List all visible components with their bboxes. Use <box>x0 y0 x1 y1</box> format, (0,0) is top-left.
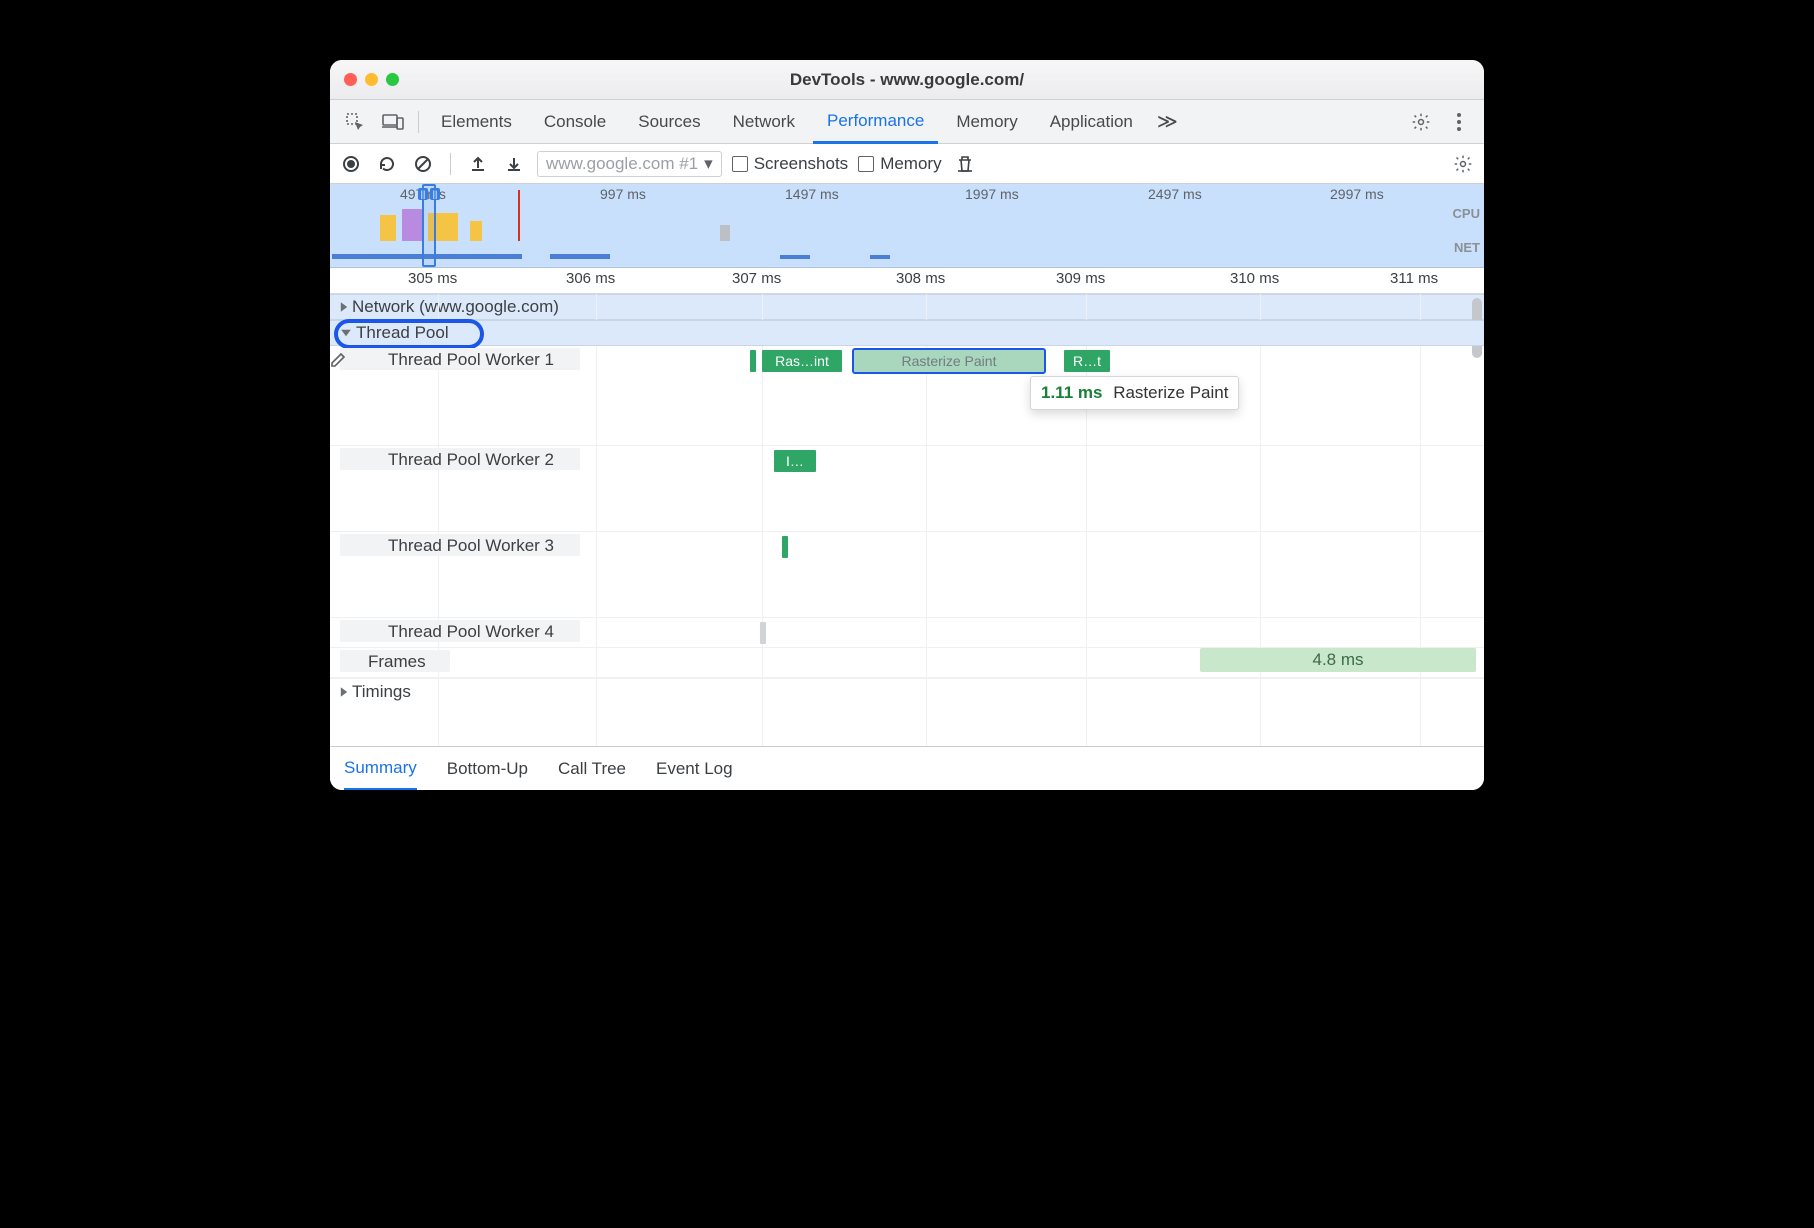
tab-performance[interactable]: Performance <box>813 100 938 144</box>
download-profile-button[interactable] <box>501 151 527 177</box>
chevron-down-icon: ▾ <box>704 154 713 174</box>
frames-label: Frames <box>368 652 426 672</box>
checkbox-icon <box>732 156 748 172</box>
frame-block[interactable]: 4.8 ms <box>1200 648 1476 672</box>
tooltip-name: Rasterize Paint <box>1113 383 1228 402</box>
separator <box>418 111 419 133</box>
garbage-collect-icon[interactable] <box>952 151 978 177</box>
tooltip-duration: 1.11 ms <box>1041 383 1102 402</box>
cpu-activity <box>470 221 482 241</box>
section-network[interactable]: Network (www.google.com) <box>330 294 1484 320</box>
worker-row-2: Thread Pool Worker 2 I… <box>330 446 1484 532</box>
tab-console[interactable]: Console <box>530 100 620 144</box>
inspect-element-icon[interactable] <box>338 105 372 139</box>
event-tooltip: 1.11 ms Rasterize Paint <box>1030 376 1239 410</box>
perf-toolbar: www.google.com #1 ▾ Screenshots Memory <box>330 144 1484 184</box>
section-label: Network (www.google.com) <box>352 297 559 317</box>
tabs-overflow-button[interactable]: ≫ <box>1151 100 1184 144</box>
section-thread-pool[interactable]: Thread Pool <box>330 320 1484 346</box>
cpu-activity <box>380 215 396 241</box>
ruler-tick: 306 ms <box>566 270 615 287</box>
ruler-tick: 307 ms <box>732 270 781 287</box>
btab-summary[interactable]: Summary <box>344 747 417 790</box>
kebab-menu-icon[interactable] <box>1442 105 1476 139</box>
btab-bottom-up[interactable]: Bottom-Up <box>447 747 528 791</box>
cpu-activity <box>720 225 730 241</box>
screenshots-label: Screenshots <box>754 154 849 174</box>
ruler-tick: 309 ms <box>1056 270 1105 287</box>
upload-profile-button[interactable] <box>465 151 491 177</box>
ruler-tick: 305 ms <box>408 270 457 287</box>
ruler-tick: 310 ms <box>1230 270 1279 287</box>
tab-elements[interactable]: Elements <box>427 100 526 144</box>
section-label: Thread Pool <box>356 323 449 343</box>
flame-event[interactable]: Ras…int <box>762 350 842 372</box>
btab-event-log[interactable]: Event Log <box>656 747 733 791</box>
memory-checkbox[interactable]: Memory <box>858 154 941 174</box>
devtools-window: DevTools - www.google.com/ Elements Cons… <box>330 60 1484 790</box>
expand-icon <box>341 687 347 697</box>
collapse-icon <box>341 330 351 336</box>
net-activity <box>780 255 810 259</box>
settings-icon[interactable] <box>1404 105 1438 139</box>
details-tabs: Summary Bottom-Up Call Tree Event Log <box>330 746 1484 790</box>
profile-dropdown[interactable]: www.google.com #1 ▾ <box>537 151 722 177</box>
net-activity <box>550 254 610 259</box>
flame-event-selected[interactable]: Rasterize Paint <box>854 350 1044 372</box>
btab-call-tree[interactable]: Call Tree <box>558 747 626 791</box>
screenshots-checkbox[interactable]: Screenshots <box>732 154 849 174</box>
net-activity <box>870 255 890 259</box>
panel-tabs: Elements Console Sources Network Perform… <box>330 100 1484 144</box>
titlebar: DevTools - www.google.com/ <box>330 60 1484 100</box>
reload-record-button[interactable] <box>374 151 400 177</box>
frames-row[interactable]: Frames 4.8 ms <box>330 648 1484 678</box>
selection-handle-right[interactable]: || <box>430 188 440 200</box>
flame-event[interactable]: R…t <box>1064 350 1110 372</box>
cpu-activity <box>402 209 424 241</box>
flame-event[interactable] <box>760 622 766 644</box>
overview-selection[interactable]: || || <box>422 184 436 267</box>
separator <box>450 153 451 175</box>
worker-row-1: Thread Pool Worker 1 Ras…int Rasterize P… <box>330 346 1484 446</box>
flame-event[interactable] <box>782 536 788 558</box>
flame-chart[interactable]: Network (www.google.com) Thread Pool Thr… <box>330 294 1484 746</box>
flame-event[interactable] <box>750 350 756 372</box>
record-button[interactable] <box>338 151 364 177</box>
marker <box>518 190 520 241</box>
section-label: Timings <box>352 682 411 702</box>
tab-application[interactable]: Application <box>1036 100 1147 144</box>
expand-icon <box>341 302 347 312</box>
tab-network[interactable]: Network <box>719 100 809 144</box>
worker-row-4: Thread Pool Worker 4 <box>330 618 1484 648</box>
checkbox-icon <box>858 156 874 172</box>
overview-cpu-label: CPU <box>1453 206 1480 221</box>
ruler-tick: 311 ms <box>1390 270 1438 287</box>
profile-name: www.google.com #1 <box>546 154 698 174</box>
overview-net-label: NET <box>1454 240 1480 255</box>
flame-event[interactable]: I… <box>774 450 816 472</box>
overview-timeline[interactable]: 497 ms 997 ms 1497 ms 1997 ms 2497 ms 29… <box>330 184 1484 268</box>
tab-sources[interactable]: Sources <box>624 100 714 144</box>
ruler[interactable]: 305 ms 306 ms 307 ms 308 ms 309 ms 310 m… <box>330 268 1484 294</box>
tab-memory[interactable]: Memory <box>942 100 1031 144</box>
memory-label: Memory <box>880 154 941 174</box>
selection-handle-left[interactable]: || <box>418 188 428 200</box>
window-title: DevTools - www.google.com/ <box>330 70 1484 90</box>
ruler-tick: 308 ms <box>896 270 945 287</box>
clear-button[interactable] <box>410 151 436 177</box>
capture-settings-icon[interactable] <box>1450 151 1476 177</box>
section-timings[interactable]: Timings <box>330 678 1484 704</box>
worker-row-3: Thread Pool Worker 3 <box>330 532 1484 618</box>
device-toolbar-icon[interactable] <box>376 105 410 139</box>
